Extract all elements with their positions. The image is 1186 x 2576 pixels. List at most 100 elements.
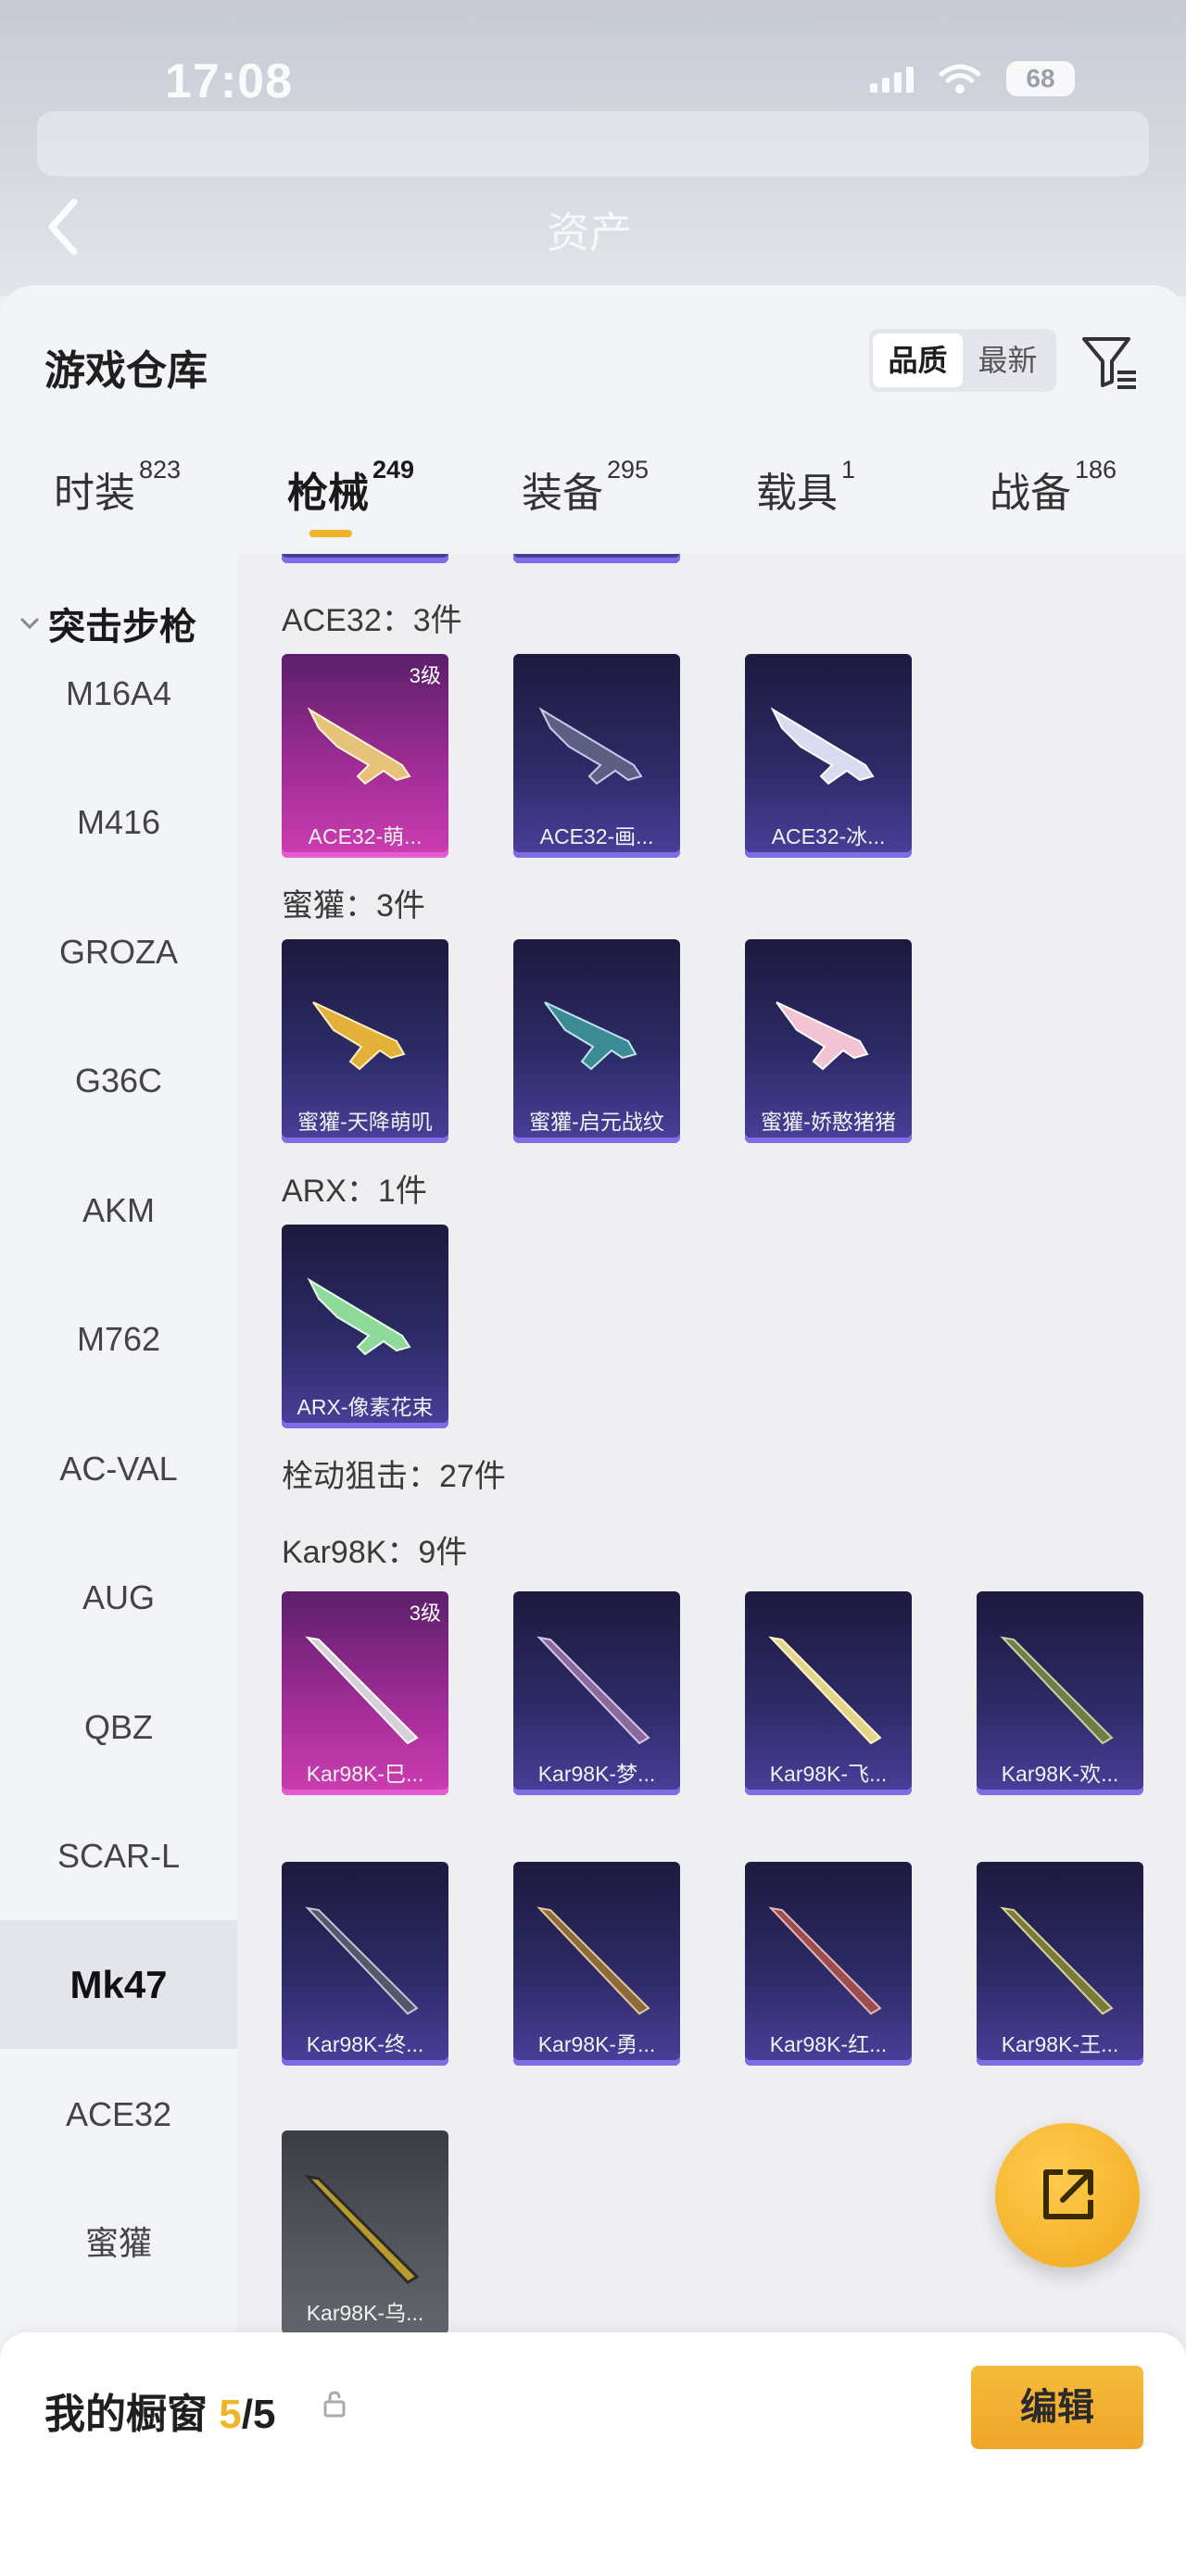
weapon-skin-list: ACE32：3件 3级 ACE32-萌... ACE32-画... ACE32-… — [237, 554, 1186, 2346]
tab-battle-gear[interactable]: 战备186 — [990, 456, 1117, 519]
skin-card-partial[interactable] — [513, 554, 680, 563]
tab-firearms[interactable]: 枪械249 — [287, 456, 415, 519]
sidebar-item-scar-l[interactable]: SCAR-L — [0, 1791, 237, 1920]
skin-label: Kar98K-终... — [306, 2032, 424, 2056]
sidebar-item-ac-val[interactable]: AC-VAL — [0, 1404, 237, 1533]
showcase-total-count: /5 — [241, 2392, 276, 2437]
filter-icon[interactable] — [1079, 332, 1140, 393]
sidebar-item-aug[interactable]: AUG — [0, 1533, 237, 1662]
sniper-rifle-icon — [305, 1906, 419, 2016]
tab-count: 1 — [841, 456, 856, 484]
skin-label: 蜜獾-天降萌叽 — [297, 1110, 433, 1134]
tab-label: 载具 — [756, 471, 838, 516]
skin-card[interactable]: Kar98K-飞... — [745, 1591, 912, 1795]
tab-count: 295 — [607, 456, 650, 484]
sheet-title: 游戏仓库 — [44, 348, 208, 394]
tab-label: 战备 — [990, 471, 1071, 516]
skin-card[interactable]: 3级 Kar98K-巳... — [282, 1591, 448, 1795]
sidebar-item-m416[interactable]: M416 — [0, 758, 237, 886]
skin-label: Kar98K-红... — [769, 2032, 888, 2056]
skin-card[interactable]: Kar98K-梦... — [513, 1591, 680, 1795]
skin-label: ACE32-画... — [539, 824, 654, 848]
skin-card[interactable]: 蜜獾-天降萌叽 — [282, 939, 448, 1143]
weapon-type-sidebar: 突击步枪 M16A4 M416 GROZA G36C AKM M762 AC-V… — [0, 554, 237, 2346]
skin-card[interactable]: ACE32-冰... — [745, 654, 912, 858]
skin-card[interactable]: Kar98K-红... — [745, 1862, 912, 2066]
skin-label: Kar98K-勇... — [537, 2032, 656, 2056]
wifi-icon — [939, 64, 981, 94]
tab-label: 时装 — [54, 471, 135, 516]
rifle-icon — [307, 1277, 411, 1356]
skin-card[interactable]: Kar98K-王... — [977, 1862, 1143, 2066]
sniper-rifle-icon — [768, 1906, 882, 2016]
skin-card-partial[interactable] — [282, 554, 448, 563]
skin-card[interactable]: ARX-像素花束 — [282, 1225, 448, 1428]
skin-label: Kar98K-巳... — [306, 1762, 424, 1786]
tab-label: 装备 — [522, 471, 603, 516]
rifle-icon — [770, 707, 875, 785]
sidebar-item-akm[interactable]: AKM — [0, 1146, 237, 1275]
edit-button[interactable]: 编辑 — [971, 2366, 1143, 2449]
skin-label: Kar98K-乌... — [306, 2301, 424, 2325]
sidebar-item-honey-badger[interactable]: 蜜獾 — [0, 2179, 237, 2307]
sidebar-item-mk47[interactable]: Mk47 — [0, 1920, 237, 2049]
skin-card[interactable]: Kar98K-乌... — [282, 2130, 448, 2334]
header-title: 资产 — [547, 208, 632, 257]
skin-card[interactable]: 蜜獾-娇憨猪猪 — [745, 939, 912, 1143]
showcase-title: 我的橱窗 5/5 — [44, 2381, 275, 2440]
sidebar-item-groza[interactable]: GROZA — [0, 887, 237, 1016]
back-chevron-icon[interactable] — [41, 195, 87, 259]
share-button[interactable] — [995, 2123, 1140, 2268]
sidebar-item-m762[interactable]: M762 — [0, 1275, 237, 1403]
group-title-ace32: ACE32：3件 — [282, 603, 462, 638]
skin-card[interactable]: Kar98K-终... — [282, 1862, 448, 2066]
active-tab-indicator — [309, 530, 352, 537]
group-title-honey-badger: 蜜獾：3件 — [282, 888, 425, 924]
skin-card[interactable]: 3级 ACE32-萌... — [282, 654, 448, 858]
tab-count: 186 — [1075, 456, 1117, 484]
sort-toggle: 品质 最新 — [869, 329, 1056, 392]
skin-label: 蜜獾-娇憨猪猪 — [761, 1110, 896, 1134]
skin-label: ACE32-萌... — [308, 824, 423, 848]
skin-card[interactable]: Kar98K-欢... — [977, 1591, 1143, 1795]
tab-equipment[interactable]: 装备295 — [522, 456, 650, 519]
group-title-kar98k: Kar98K：9件 — [282, 1535, 468, 1570]
tab-count: 823 — [139, 456, 182, 484]
group-title-arx: ARX：1件 — [282, 1174, 427, 1209]
skin-label: ACE32-冰... — [771, 824, 886, 848]
skin-card[interactable]: Kar98K-勇... — [513, 1862, 680, 2066]
skin-label: Kar98K-欢... — [1001, 1762, 1119, 1786]
sidebar-item-g36c[interactable]: G36C — [0, 1016, 237, 1145]
share-icon — [1043, 2169, 1093, 2219]
battery-icon: 68 — [1006, 61, 1075, 96]
sidebar-item-qbz[interactable]: QBZ — [0, 1663, 237, 1791]
smg-icon — [776, 1001, 869, 1071]
status-icons: 68 — [870, 61, 1075, 96]
showcase-label: 我的橱窗 — [44, 2392, 208, 2437]
tab-fashion[interactable]: 时装823 — [54, 456, 182, 519]
rifle-icon — [538, 707, 643, 785]
sidebar-item-m16a4[interactable]: M16A4 — [0, 629, 237, 758]
sniper-rifle-icon — [536, 1636, 650, 1745]
skin-label: 蜜獾-启元战纹 — [529, 1110, 664, 1134]
level-badge: 3级 — [409, 664, 441, 687]
tab-count: 249 — [372, 456, 415, 484]
skin-card[interactable]: 蜜獾-启元战纹 — [513, 939, 680, 1143]
tab-vehicles[interactable]: 载具1 — [756, 456, 856, 519]
sort-quality-option[interactable]: 品质 — [873, 333, 963, 387]
status-time: 17:08 — [165, 55, 293, 108]
tab-label: 枪械 — [287, 471, 369, 516]
sidebar-item-ace32[interactable]: ACE32 — [0, 2050, 237, 2179]
showcase-used-count: 5 — [219, 2392, 242, 2437]
sort-newest-option[interactable]: 最新 — [963, 333, 1053, 387]
sniper-rifle-icon — [1000, 1906, 1114, 2016]
sniper-rifle-icon — [768, 1636, 882, 1745]
skin-label: ARX-像素花束 — [296, 1395, 434, 1419]
sniper-rifle-icon — [1000, 1636, 1114, 1745]
smg-icon — [312, 1001, 406, 1071]
skin-label: Kar98K-王... — [1001, 2032, 1119, 2056]
skin-card[interactable]: ACE32-画... — [513, 654, 680, 858]
sniper-rifle-icon — [536, 1906, 650, 2016]
smg-icon — [544, 1001, 637, 1071]
sniper-rifle-icon — [305, 1636, 419, 1745]
